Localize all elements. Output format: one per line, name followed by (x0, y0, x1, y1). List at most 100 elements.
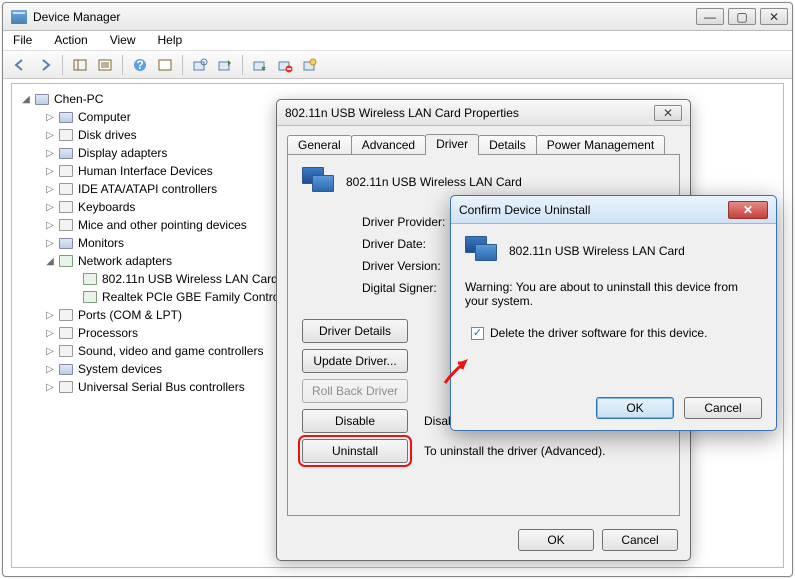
tabstrip: General Advanced Driver Details Power Ma… (287, 134, 680, 155)
collapse-icon[interactable]: ◢ (20, 94, 32, 105)
system-icon (58, 361, 74, 377)
rollback-driver-button: Roll Back Driver (302, 379, 408, 403)
netdev-icon (82, 289, 98, 305)
cpu-icon (58, 325, 74, 341)
confirm-device-row: 802.11n USB Wireless LAN Card (465, 236, 762, 266)
confirm-footer: OK Cancel (451, 386, 776, 430)
dialog-close-button[interactable]: ✕ (654, 105, 682, 121)
tree-root-label: Chen-PC (54, 92, 103, 106)
delete-driver-checkbox-label: Delete the driver software for this devi… (490, 326, 707, 340)
uninstall-desc: To uninstall the driver (Advanced). (424, 444, 605, 458)
delete-driver-checkbox-row[interactable]: ✓ Delete the driver software for this de… (471, 326, 762, 340)
uninstall-button[interactable]: Uninstall (302, 439, 408, 463)
update-driver-button[interactable] (214, 54, 236, 76)
computer-cat-icon (58, 109, 74, 125)
label-signer: Digital Signer: (362, 281, 462, 295)
device-icon (302, 167, 336, 197)
tab-details[interactable]: Details (478, 135, 537, 155)
enable-button[interactable] (249, 54, 271, 76)
dialog-titlebar[interactable]: 802.11n USB Wireless LAN Card Properties… (277, 100, 690, 126)
minimize-button[interactable]: — (696, 8, 724, 25)
window-title: Device Manager (33, 10, 696, 24)
menu-help[interactable]: Help (154, 33, 187, 48)
svg-text:?: ? (136, 58, 143, 72)
confirm-uninstall-dialog: Confirm Device Uninstall ✕ 802.11n USB W… (450, 195, 777, 431)
confirm-ok-button[interactable]: OK (596, 397, 674, 419)
confirm-close-button[interactable]: ✕ (728, 201, 768, 219)
expand-icon[interactable]: ▷ (44, 166, 56, 177)
ok-button[interactable]: OK (518, 529, 594, 551)
display-icon (58, 145, 74, 161)
tab-advanced[interactable]: Advanced (351, 135, 426, 155)
dialog-footer: OK Cancel (277, 520, 690, 560)
titlebar[interactable]: Device Manager — ▢ ✕ (3, 3, 792, 31)
close-button[interactable]: ✕ (760, 8, 788, 25)
expand-icon[interactable]: ▷ (44, 148, 56, 159)
network-icon (58, 253, 74, 269)
port-icon (58, 307, 74, 323)
hid-icon (58, 163, 74, 179)
separator (182, 55, 183, 75)
separator (62, 55, 63, 75)
menu-action[interactable]: Action (50, 33, 91, 48)
driver-details-button[interactable]: Driver Details (302, 319, 408, 343)
checkbox-checked-icon[interactable]: ✓ (471, 327, 484, 340)
toolbar: ? (3, 51, 792, 79)
confirm-body: 802.11n USB Wireless LAN Card Warning: Y… (451, 224, 776, 340)
mouse-icon (58, 217, 74, 233)
expand-icon[interactable]: ▷ (44, 346, 56, 357)
expand-icon[interactable]: ▷ (44, 220, 56, 231)
confirm-device-name: 802.11n USB Wireless LAN Card (509, 244, 685, 258)
disable-button[interactable]: Disable (302, 409, 408, 433)
netdev-icon (82, 271, 98, 287)
expand-icon[interactable]: ▷ (44, 238, 56, 249)
device-icon (465, 236, 499, 266)
expand-icon[interactable]: ▷ (44, 310, 56, 321)
confirm-cancel-button[interactable]: Cancel (684, 397, 762, 419)
monitor-icon (58, 235, 74, 251)
confirm-title: Confirm Device Uninstall (459, 203, 728, 217)
device-name: 802.11n USB Wireless LAN Card (346, 175, 522, 189)
disk-icon (58, 127, 74, 143)
tab-driver[interactable]: Driver (425, 134, 479, 155)
device-header: 802.11n USB Wireless LAN Card (302, 167, 665, 197)
dialog-title: 802.11n USB Wireless LAN Card Properties (285, 106, 654, 120)
tab-power-management[interactable]: Power Management (536, 135, 665, 155)
menu-view[interactable]: View (106, 33, 140, 48)
label-provider: Driver Provider: (362, 215, 462, 229)
menubar: File Action View Help (3, 31, 792, 51)
cancel-button[interactable]: Cancel (602, 529, 678, 551)
separator (242, 55, 243, 75)
menu-file[interactable]: File (9, 33, 36, 48)
tab-general[interactable]: General (287, 135, 352, 155)
expand-icon[interactable]: ▷ (44, 112, 56, 123)
confirm-titlebar[interactable]: Confirm Device Uninstall ✕ (451, 196, 776, 224)
scan-hardware-button[interactable] (189, 54, 211, 76)
add-legacy-button[interactable] (299, 54, 321, 76)
expand-icon[interactable]: ▷ (44, 184, 56, 195)
uninstall-button[interactable] (274, 54, 296, 76)
forward-button[interactable] (34, 54, 56, 76)
label-date: Driver Date: (362, 237, 462, 251)
usb-icon (58, 379, 74, 395)
app-icon (11, 10, 27, 24)
expand-icon[interactable]: ▷ (44, 130, 56, 141)
ide-icon (58, 181, 74, 197)
separator (122, 55, 123, 75)
expand-icon[interactable]: ▷ (44, 202, 56, 213)
sound-icon (58, 343, 74, 359)
properties-button[interactable] (94, 54, 116, 76)
computer-icon (34, 91, 50, 107)
help-button[interactable]: ? (129, 54, 151, 76)
action-button[interactable] (154, 54, 176, 76)
expand-icon[interactable]: ▷ (44, 364, 56, 375)
label-version: Driver Version: (362, 259, 462, 273)
expand-icon[interactable]: ▷ (44, 382, 56, 393)
expand-icon[interactable]: ▷ (44, 328, 56, 339)
keyboard-icon (58, 199, 74, 215)
back-button[interactable] (9, 54, 31, 76)
collapse-icon[interactable]: ◢ (44, 256, 56, 267)
maximize-button[interactable]: ▢ (728, 8, 756, 25)
update-driver-button[interactable]: Update Driver... (302, 349, 408, 373)
show-hide-tree-button[interactable] (69, 54, 91, 76)
